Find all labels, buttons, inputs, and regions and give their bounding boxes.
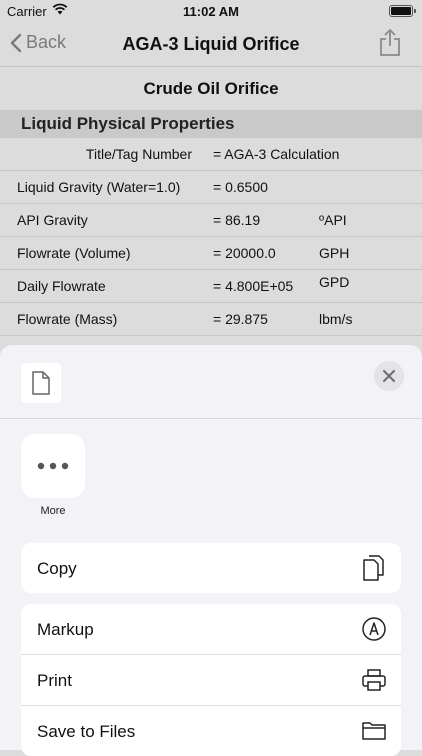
document-view: Crude Oil Orifice Liquid Physical Proper… [0, 67, 422, 336]
navigation-bar: Back AGA-3 Liquid Orifice [0, 22, 422, 67]
markup-icon [361, 616, 387, 647]
share-sheet-header [0, 345, 422, 419]
save-to-files-action[interactable]: Save to Files [21, 706, 401, 756]
property-label: Title/Tag Number [85, 146, 192, 162]
markup-action[interactable]: Markup [21, 604, 401, 655]
more-button[interactable] [21, 434, 85, 498]
property-value: = 4.800E+05 [213, 278, 294, 294]
action-group-main: Markup Print Save to Files [21, 604, 401, 756]
clock: 11:02 AM [183, 4, 239, 19]
property-value: = 86.19 [213, 212, 261, 228]
property-row: Title/Tag Number = AGA-3 Calculation [0, 138, 422, 171]
close-button[interactable] [374, 361, 404, 391]
property-value: = 29.875 [213, 311, 268, 327]
document-icon [32, 371, 50, 395]
close-icon [383, 370, 395, 382]
property-row: API Gravity = 86.19 ºAPI [0, 204, 422, 237]
section-header: Liquid Physical Properties [0, 110, 422, 138]
share-button[interactable] [378, 28, 402, 63]
copy-label: Copy [37, 559, 77, 578]
property-value: = AGA-3 Calculation [213, 146, 340, 162]
more-label: More [40, 505, 66, 517]
property-unit: GPH [319, 245, 350, 261]
property-value: = 20000.0 [213, 245, 276, 261]
property-unit: lbm/s [319, 311, 353, 327]
property-label: Liquid Gravity (Water=1.0) [17, 179, 181, 195]
property-unit: GPD [319, 274, 350, 290]
markup-label: Markup [37, 620, 94, 639]
property-unit: ºAPI [319, 212, 347, 228]
share-sheet: More Copy Markup Print Save to Files [0, 345, 422, 756]
action-group-copy: Copy [21, 543, 401, 593]
printer-icon [361, 667, 387, 698]
share-icon [380, 29, 400, 56]
property-label: Flowrate (Volume) [17, 245, 131, 261]
document-thumbnail [21, 363, 61, 403]
battery-icon [389, 5, 416, 17]
property-row: Flowrate (Mass) = 29.875 lbm/s [0, 303, 422, 336]
property-row: Liquid Gravity (Water=1.0) = 0.6500 [0, 171, 422, 204]
property-value: = 0.6500 [213, 179, 268, 195]
property-label: Daily Flowrate [17, 278, 106, 294]
document-title: Crude Oil Orifice [143, 79, 279, 98]
page-title: AGA-3 Liquid Orifice [122, 34, 300, 54]
status-bar: Carrier 11:02 AM [0, 0, 422, 22]
print-label: Print [37, 671, 72, 690]
property-label: API Gravity [17, 212, 88, 228]
property-row: Flowrate (Volume) = 20000.0 GPH [0, 237, 422, 270]
property-label: Flowrate (Mass) [17, 311, 118, 327]
print-action[interactable]: Print [21, 655, 401, 706]
copy-icon [361, 555, 387, 588]
ellipsis-icon [37, 462, 69, 470]
save-to-files-label: Save to Files [37, 722, 136, 741]
copy-action[interactable]: Copy [21, 543, 401, 593]
property-row: Daily Flowrate = 4.800E+05 GPD [0, 270, 422, 303]
folder-icon [361, 718, 387, 747]
